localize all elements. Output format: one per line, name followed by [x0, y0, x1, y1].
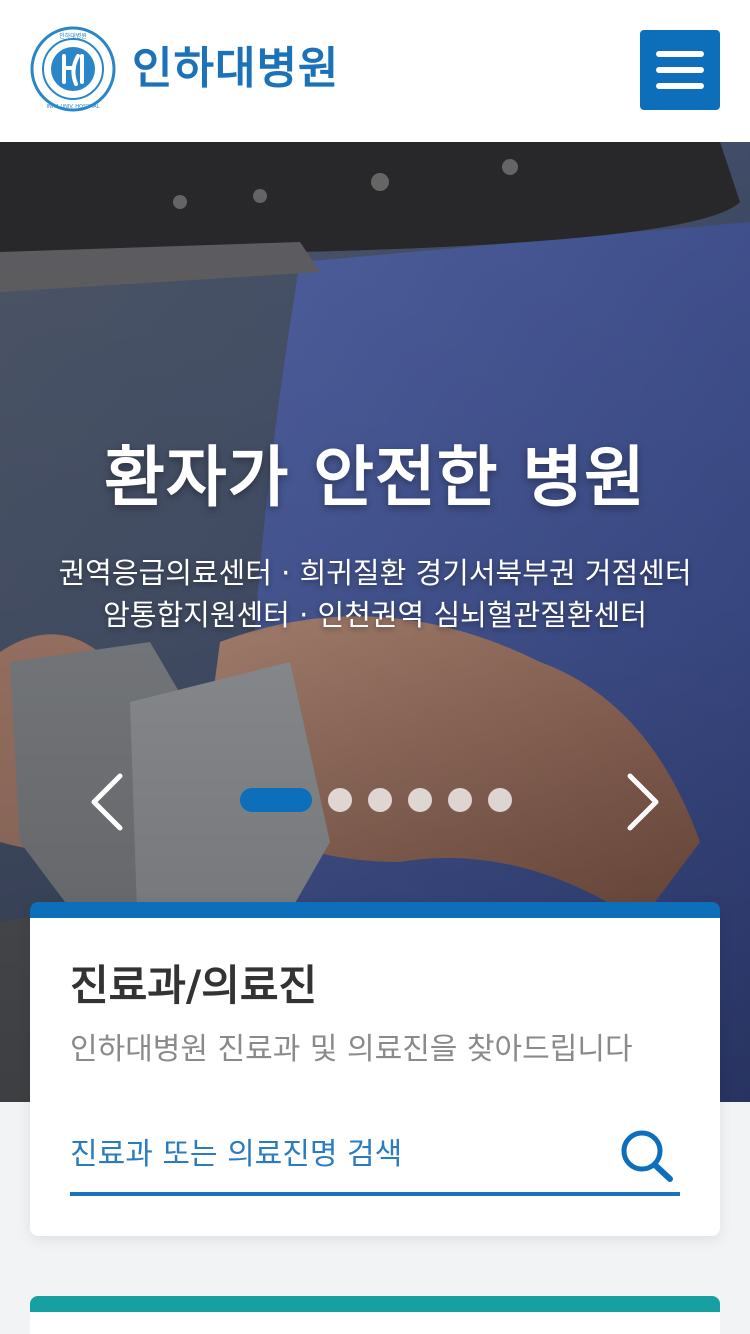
carousel-dot[interactable] — [328, 788, 352, 812]
header: 인하대병원 INHA UNIV. HOSPITAL 인하대병원 — [0, 0, 750, 142]
card-description: 인하대병원 진료과 및 의료진을 찾아드립니다 — [70, 1032, 633, 1067]
hero-subtitle-line2: 암통합지원센터 · 인천권역 심뇌혈관질환센터 — [103, 598, 647, 632]
menu-bar-icon — [656, 67, 704, 73]
hospital-emblem-icon: 인하대병원 INHA UNIV. HOSPITAL — [30, 26, 116, 112]
hospital-logo[interactable]: 인하대병원 INHA UNIV. HOSPITAL 인하대병원 — [30, 26, 339, 112]
chevron-left-icon[interactable] — [82, 772, 132, 832]
carousel-dot[interactable] — [408, 788, 432, 812]
logo-text: 인하대병원 — [132, 43, 340, 94]
hero-subtitle-line1: 권역응급의료센터 · 희귀질환 경기서북부권 거점센터 — [58, 556, 692, 590]
chevron-right-icon[interactable] — [618, 772, 668, 832]
search-field-wrapper — [70, 1118, 680, 1196]
hero-title: 환자가 안전한 병원 — [104, 439, 646, 516]
menu-bar-icon — [656, 83, 704, 89]
card-title: 진료과/의료진 — [70, 961, 318, 1010]
carousel-pagination — [240, 788, 528, 812]
carousel-dot[interactable] — [448, 788, 472, 812]
hamburger-menu-button[interactable] — [640, 30, 720, 110]
carousel-dot[interactable] — [368, 788, 392, 812]
svg-text:INHA UNIV. HOSPITAL: INHA UNIV. HOSPITAL — [46, 104, 99, 110]
carousel-dot[interactable] — [488, 788, 512, 812]
svg-text:인하대병원: 인하대병원 — [59, 32, 87, 40]
carousel-dot-active[interactable] — [240, 788, 312, 812]
next-card — [30, 1296, 720, 1334]
search-icon[interactable] — [618, 1128, 676, 1184]
department-doctor-search-input[interactable] — [70, 1132, 600, 1176]
menu-bar-icon — [656, 51, 704, 57]
department-doctor-search-card: 진료과/의료진 인하대병원 진료과 및 의료진을 찾아드립니다 — [30, 902, 720, 1236]
